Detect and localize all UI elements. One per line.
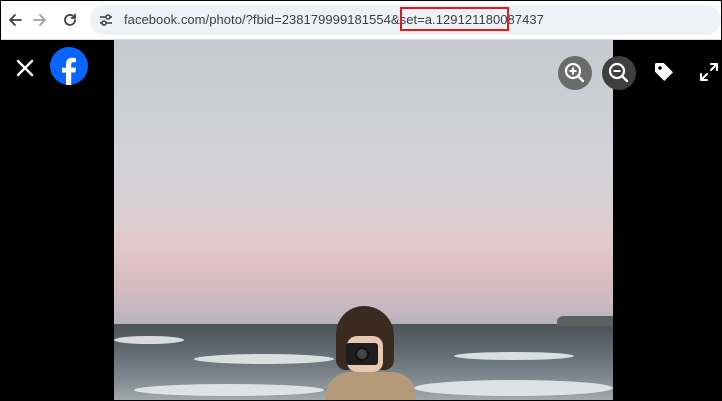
photo-wave xyxy=(414,380,613,396)
photo-viewer xyxy=(1,40,721,400)
photo-camera-lens xyxy=(355,347,369,361)
reload-icon xyxy=(64,13,76,26)
photo-wave xyxy=(114,336,184,344)
facebook-logo-icon xyxy=(50,47,88,85)
zoom-in-icon xyxy=(564,62,585,83)
photo-sky xyxy=(114,40,613,325)
reload-button[interactable] xyxy=(58,8,82,32)
url-highlight-box xyxy=(400,7,509,31)
zoom-out-icon xyxy=(608,62,629,83)
url-prefix: facebook.com/photo/?fbid=238179999181554… xyxy=(124,12,425,27)
browser-window: facebook.com/photo/?fbid=238179999181554… xyxy=(0,0,722,401)
close-icon xyxy=(16,59,34,77)
forward-arrow-icon xyxy=(33,14,46,26)
zoom-in-button[interactable] xyxy=(558,56,592,90)
photo[interactable] xyxy=(114,40,613,400)
photo-person-coat xyxy=(326,372,416,400)
photo-wave xyxy=(194,354,334,364)
photo-wave xyxy=(134,384,324,396)
fullscreen-icon xyxy=(700,63,718,81)
browser-toolbar: facebook.com/photo/?fbid=238179999181554… xyxy=(1,1,721,40)
tag-photo-button[interactable] xyxy=(652,60,676,84)
tag-icon xyxy=(655,63,673,81)
photo-pier xyxy=(557,316,613,326)
photo-wave xyxy=(454,352,574,360)
address-bar[interactable]: facebook.com/photo/?fbid=238179999181554… xyxy=(90,5,721,35)
site-settings-icon[interactable] xyxy=(98,12,114,28)
fullscreen-button[interactable] xyxy=(698,61,720,83)
back-button[interactable] xyxy=(3,8,27,32)
forward-button[interactable] xyxy=(28,8,52,32)
facebook-home-link[interactable] xyxy=(50,47,88,85)
zoom-out-button[interactable] xyxy=(602,56,636,90)
back-arrow-icon xyxy=(9,14,22,26)
close-button[interactable] xyxy=(14,57,36,79)
